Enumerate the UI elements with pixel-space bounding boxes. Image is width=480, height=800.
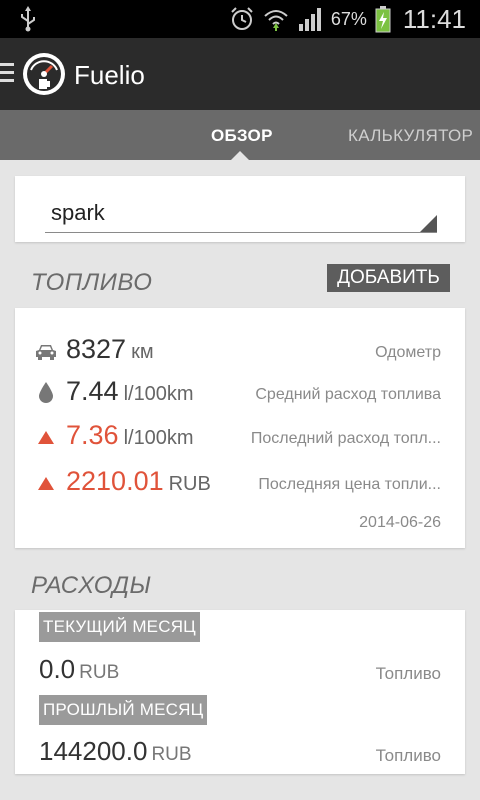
stat-value: 7.36 l/100km	[66, 420, 194, 450]
stat-label: Последняя цена топли...	[258, 476, 441, 493]
previous-month-badge: ПРОШЛЫЙ МЕСЯЦ	[39, 695, 208, 725]
wifi-icon	[264, 10, 288, 31]
previous-month-row: 144200.0 RUB Топливо	[15, 732, 465, 772]
clock: 11:41	[402, 3, 466, 34]
alarm-icon	[231, 7, 253, 30]
stat-value: 2210.01 RUB	[66, 466, 211, 496]
app-bar: Fuelio	[0, 38, 480, 110]
status-bar: 67% 11:41	[0, 0, 480, 38]
stat-value: 7.44 l/100km	[66, 376, 194, 406]
expense-label: Топливо	[375, 664, 441, 683]
usb-icon	[21, 6, 35, 32]
tab-overview[interactable]: ОБЗОР	[211, 126, 273, 146]
car-icon	[36, 345, 56, 360]
vehicle-dropdown-value: spark	[51, 200, 105, 225]
tab-bar: ОБЗОР КАЛЬКУЛЯТОР	[0, 110, 480, 160]
active-tab-indicator	[231, 151, 249, 160]
tab-calculator[interactable]: КАЛЬКУЛЯТОР	[348, 126, 473, 146]
last-fill-date: 2014-06-26	[359, 514, 441, 531]
expenses-card[interactable]: ТЕКУЩИЙ МЕСЯЦ 0.0 RUB Топливо ПРОШЛЫЙ МЕС…	[15, 610, 465, 774]
signal-icon	[298, 8, 321, 31]
expenses-section-title: РАСХОДЫ	[31, 572, 152, 599]
triangle-up-icon	[38, 431, 54, 444]
expense-label: Топливо	[375, 746, 441, 765]
stat-label: Средний расход топлива	[255, 386, 441, 403]
stat-label: Последний расход топл...	[250, 430, 441, 447]
triangle-up-icon	[38, 477, 54, 490]
menu-icon[interactable]	[0, 63, 14, 85]
fuel-stats-card[interactable]: 8327 км Одометр 7.44 l/100km Средний расхо…	[15, 308, 465, 548]
odometer-row: 8327 км Одометр	[15, 330, 465, 370]
battery-percent: 67%	[330, 8, 367, 29]
vehicle-dropdown[interactable]: spark	[45, 196, 437, 233]
current-month-row: 0.0 RUB Топливо	[15, 650, 465, 690]
fuel-gauge-icon[interactable]	[22, 52, 66, 96]
fuel-section-title: ТОПЛИВО	[31, 269, 153, 296]
stat-value: 8327 км	[66, 334, 154, 364]
vehicle-card: spark	[15, 176, 465, 242]
app-title: Fuelio	[74, 60, 145, 90]
add-fuel-button[interactable]: ДОБАВИТЬ	[327, 264, 450, 292]
last-price-row: 2210.01 RUB Последняя цена топли...	[15, 462, 465, 502]
current-month-badge: ТЕКУЩИЙ МЕСЯЦ	[39, 612, 200, 642]
expense-value: 144200.0 RUB	[39, 736, 192, 766]
drop-icon	[39, 382, 53, 403]
last-consumption-row: 7.36 l/100km Последний расход топл...	[15, 416, 465, 456]
dropdown-arrow-icon	[420, 215, 437, 232]
expense-value: 0.0 RUB	[39, 654, 120, 684]
battery-charging-icon	[375, 6, 391, 33]
avg-consumption-row: 7.44 l/100km Средний расход топлива	[15, 372, 465, 412]
stat-label: Одометр	[375, 344, 441, 361]
